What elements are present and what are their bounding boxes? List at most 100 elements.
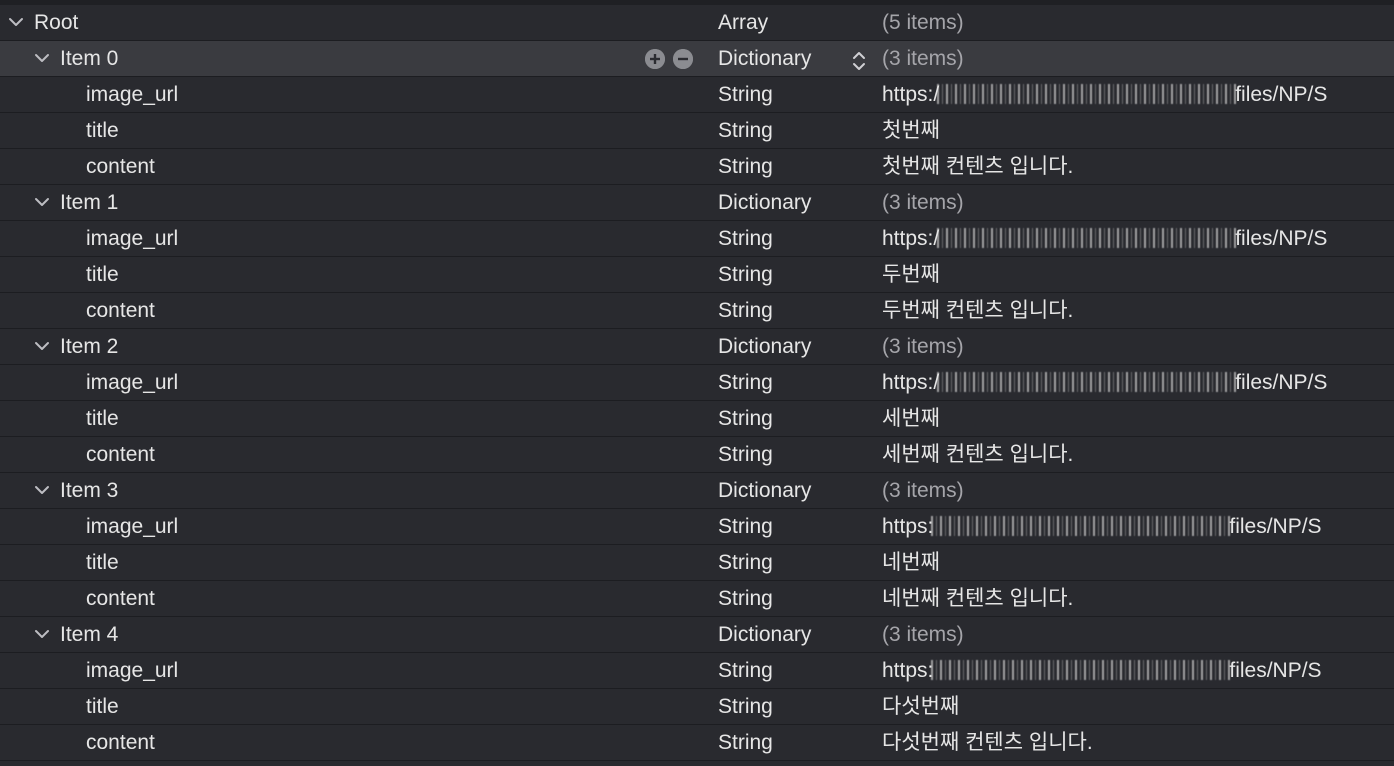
string-row-title[interactable]: title String 첫번째 (0, 113, 1394, 149)
child-key-cell: content (0, 437, 700, 472)
item-key-cell: Item 3 (0, 473, 700, 508)
child-key: title (86, 119, 119, 142)
child-value[interactable]: 다섯번째 (882, 689, 1394, 724)
child-type[interactable]: String (718, 581, 773, 616)
child-value[interactable]: https: files/NP/S (882, 653, 1394, 688)
child-type[interactable]: String (718, 221, 773, 256)
child-type[interactable]: String (718, 257, 773, 292)
root-key: Root (34, 11, 79, 34)
string-row-title[interactable]: title String 네번째 (0, 545, 1394, 581)
child-value[interactable]: 네번째 컨텐츠 입니다. (882, 581, 1394, 616)
item-key: Item 3 (60, 479, 119, 502)
item-type[interactable]: Dictionary (718, 41, 811, 76)
url-prefix: https: (882, 659, 934, 682)
chevron-down-icon[interactable] (32, 41, 54, 76)
plus-circle-icon[interactable] (645, 49, 665, 69)
child-key: image_url (86, 371, 179, 394)
child-key-cell: content (0, 293, 700, 328)
item-value: (3 items) (882, 479, 964, 502)
chevron-down-icon[interactable] (32, 329, 54, 364)
child-type[interactable]: String (718, 149, 773, 184)
string-row-image-url[interactable]: image_url String https:/ files/NP/S (0, 77, 1394, 113)
string-row-image-url[interactable]: image_url String https: files/NP/S (0, 509, 1394, 545)
child-key-cell: content (0, 725, 700, 760)
child-value[interactable]: 세번째 (882, 401, 1394, 436)
child-value[interactable]: 첫번째 (882, 113, 1394, 148)
child-key-cell: image_url (0, 653, 700, 688)
child-key: content (86, 155, 155, 178)
item-type[interactable]: Dictionary (718, 185, 811, 220)
dictionary-row-item-1[interactable]: Item 1 Dictionary (3 items) (0, 185, 1394, 221)
root-value: (5 items) (882, 11, 964, 34)
url-suffix: files/NP/S (1229, 659, 1322, 682)
string-row-title[interactable]: title String 세번째 (0, 401, 1394, 437)
child-type[interactable]: String (718, 545, 773, 580)
redacted-url-segment (937, 228, 1238, 248)
child-key-cell: image_url (0, 221, 700, 256)
dictionary-row-item-4[interactable]: Item 4 Dictionary (3 items) (0, 617, 1394, 653)
root-type[interactable]: Array (718, 5, 768, 40)
child-value[interactable]: 두번째 (882, 257, 1394, 292)
child-key: title (86, 263, 119, 286)
string-row-image-url[interactable]: image_url String https: files/NP/S (0, 653, 1394, 689)
child-key: image_url (86, 659, 179, 682)
dictionary-row-item-3[interactable]: Item 3 Dictionary (3 items) (0, 473, 1394, 509)
string-row-content[interactable]: content String 세번째 컨텐츠 입니다. (0, 437, 1394, 473)
child-type[interactable]: String (718, 725, 773, 760)
child-key: title (86, 695, 119, 718)
string-row-image-url[interactable]: image_url String https:/ files/NP/S (0, 365, 1394, 401)
item-type[interactable]: Dictionary (718, 473, 811, 508)
child-key-cell: image_url (0, 509, 700, 544)
child-value[interactable]: 세번째 컨텐츠 입니다. (882, 437, 1394, 472)
dictionary-row-item-0[interactable]: Item 0 Dictionary (3 items) (0, 41, 1394, 77)
chevron-down-icon[interactable] (6, 5, 28, 40)
url-prefix: https: (882, 515, 934, 538)
child-value[interactable]: https:/ files/NP/S (882, 221, 1394, 256)
child-type[interactable]: String (718, 77, 773, 112)
child-value[interactable]: 첫번째 컨텐츠 입니다. (882, 149, 1394, 184)
string-row-content[interactable]: content String 다섯번째 컨텐츠 입니다. (0, 725, 1394, 761)
minus-circle-icon[interactable] (673, 49, 693, 69)
child-value[interactable]: 두번째 컨텐츠 입니다. (882, 293, 1394, 328)
chevron-down-icon[interactable] (32, 185, 54, 220)
item-value: (3 items) (882, 335, 964, 358)
child-key: content (86, 443, 155, 466)
child-key: image_url (86, 227, 179, 250)
string-row-content[interactable]: content String 네번째 컨텐츠 입니다. (0, 581, 1394, 617)
item-key: Item 4 (60, 623, 119, 646)
string-row-content[interactable]: content String 첫번째 컨텐츠 입니다. (0, 149, 1394, 185)
child-type[interactable]: String (718, 113, 773, 148)
chevron-down-icon[interactable] (32, 473, 54, 508)
child-type[interactable]: String (718, 689, 773, 724)
child-value[interactable]: 다섯번째 컨텐츠 입니다. (882, 725, 1394, 760)
string-row-title[interactable]: title String 두번째 (0, 257, 1394, 293)
child-type[interactable]: String (718, 509, 773, 544)
url-suffix: files/NP/S (1235, 227, 1328, 250)
child-type[interactable]: String (718, 293, 773, 328)
root-key-cell: Root (0, 5, 700, 40)
child-value[interactable]: https:/ files/NP/S (882, 77, 1394, 112)
root-row[interactable]: Root Array (5 items) (0, 5, 1394, 41)
string-row-title[interactable]: title String 다섯번째 (0, 689, 1394, 725)
plist-editor: Root Array (5 items) Item 0 Dictionary (… (0, 0, 1394, 766)
child-type[interactable]: String (718, 365, 773, 400)
child-key: image_url (86, 83, 179, 106)
child-type[interactable]: String (718, 401, 773, 436)
child-value[interactable]: 네번째 (882, 545, 1394, 580)
child-value[interactable]: https:/ files/NP/S (882, 365, 1394, 400)
child-key: content (86, 587, 155, 610)
string-row-image-url[interactable]: image_url String https:/ files/NP/S (0, 221, 1394, 257)
chevron-down-icon[interactable] (32, 617, 54, 652)
child-type[interactable]: String (718, 437, 773, 472)
child-key: image_url (86, 515, 179, 538)
child-type[interactable]: String (718, 653, 773, 688)
up-down-stepper-icon[interactable] (850, 48, 868, 70)
child-key: title (86, 407, 119, 430)
child-key-cell: content (0, 149, 700, 184)
item-type[interactable]: Dictionary (718, 329, 811, 364)
url-prefix: https:/ (882, 227, 940, 250)
item-type[interactable]: Dictionary (718, 617, 811, 652)
dictionary-row-item-2[interactable]: Item 2 Dictionary (3 items) (0, 329, 1394, 365)
string-row-content[interactable]: content String 두번째 컨텐츠 입니다. (0, 293, 1394, 329)
child-value[interactable]: https: files/NP/S (882, 509, 1394, 544)
